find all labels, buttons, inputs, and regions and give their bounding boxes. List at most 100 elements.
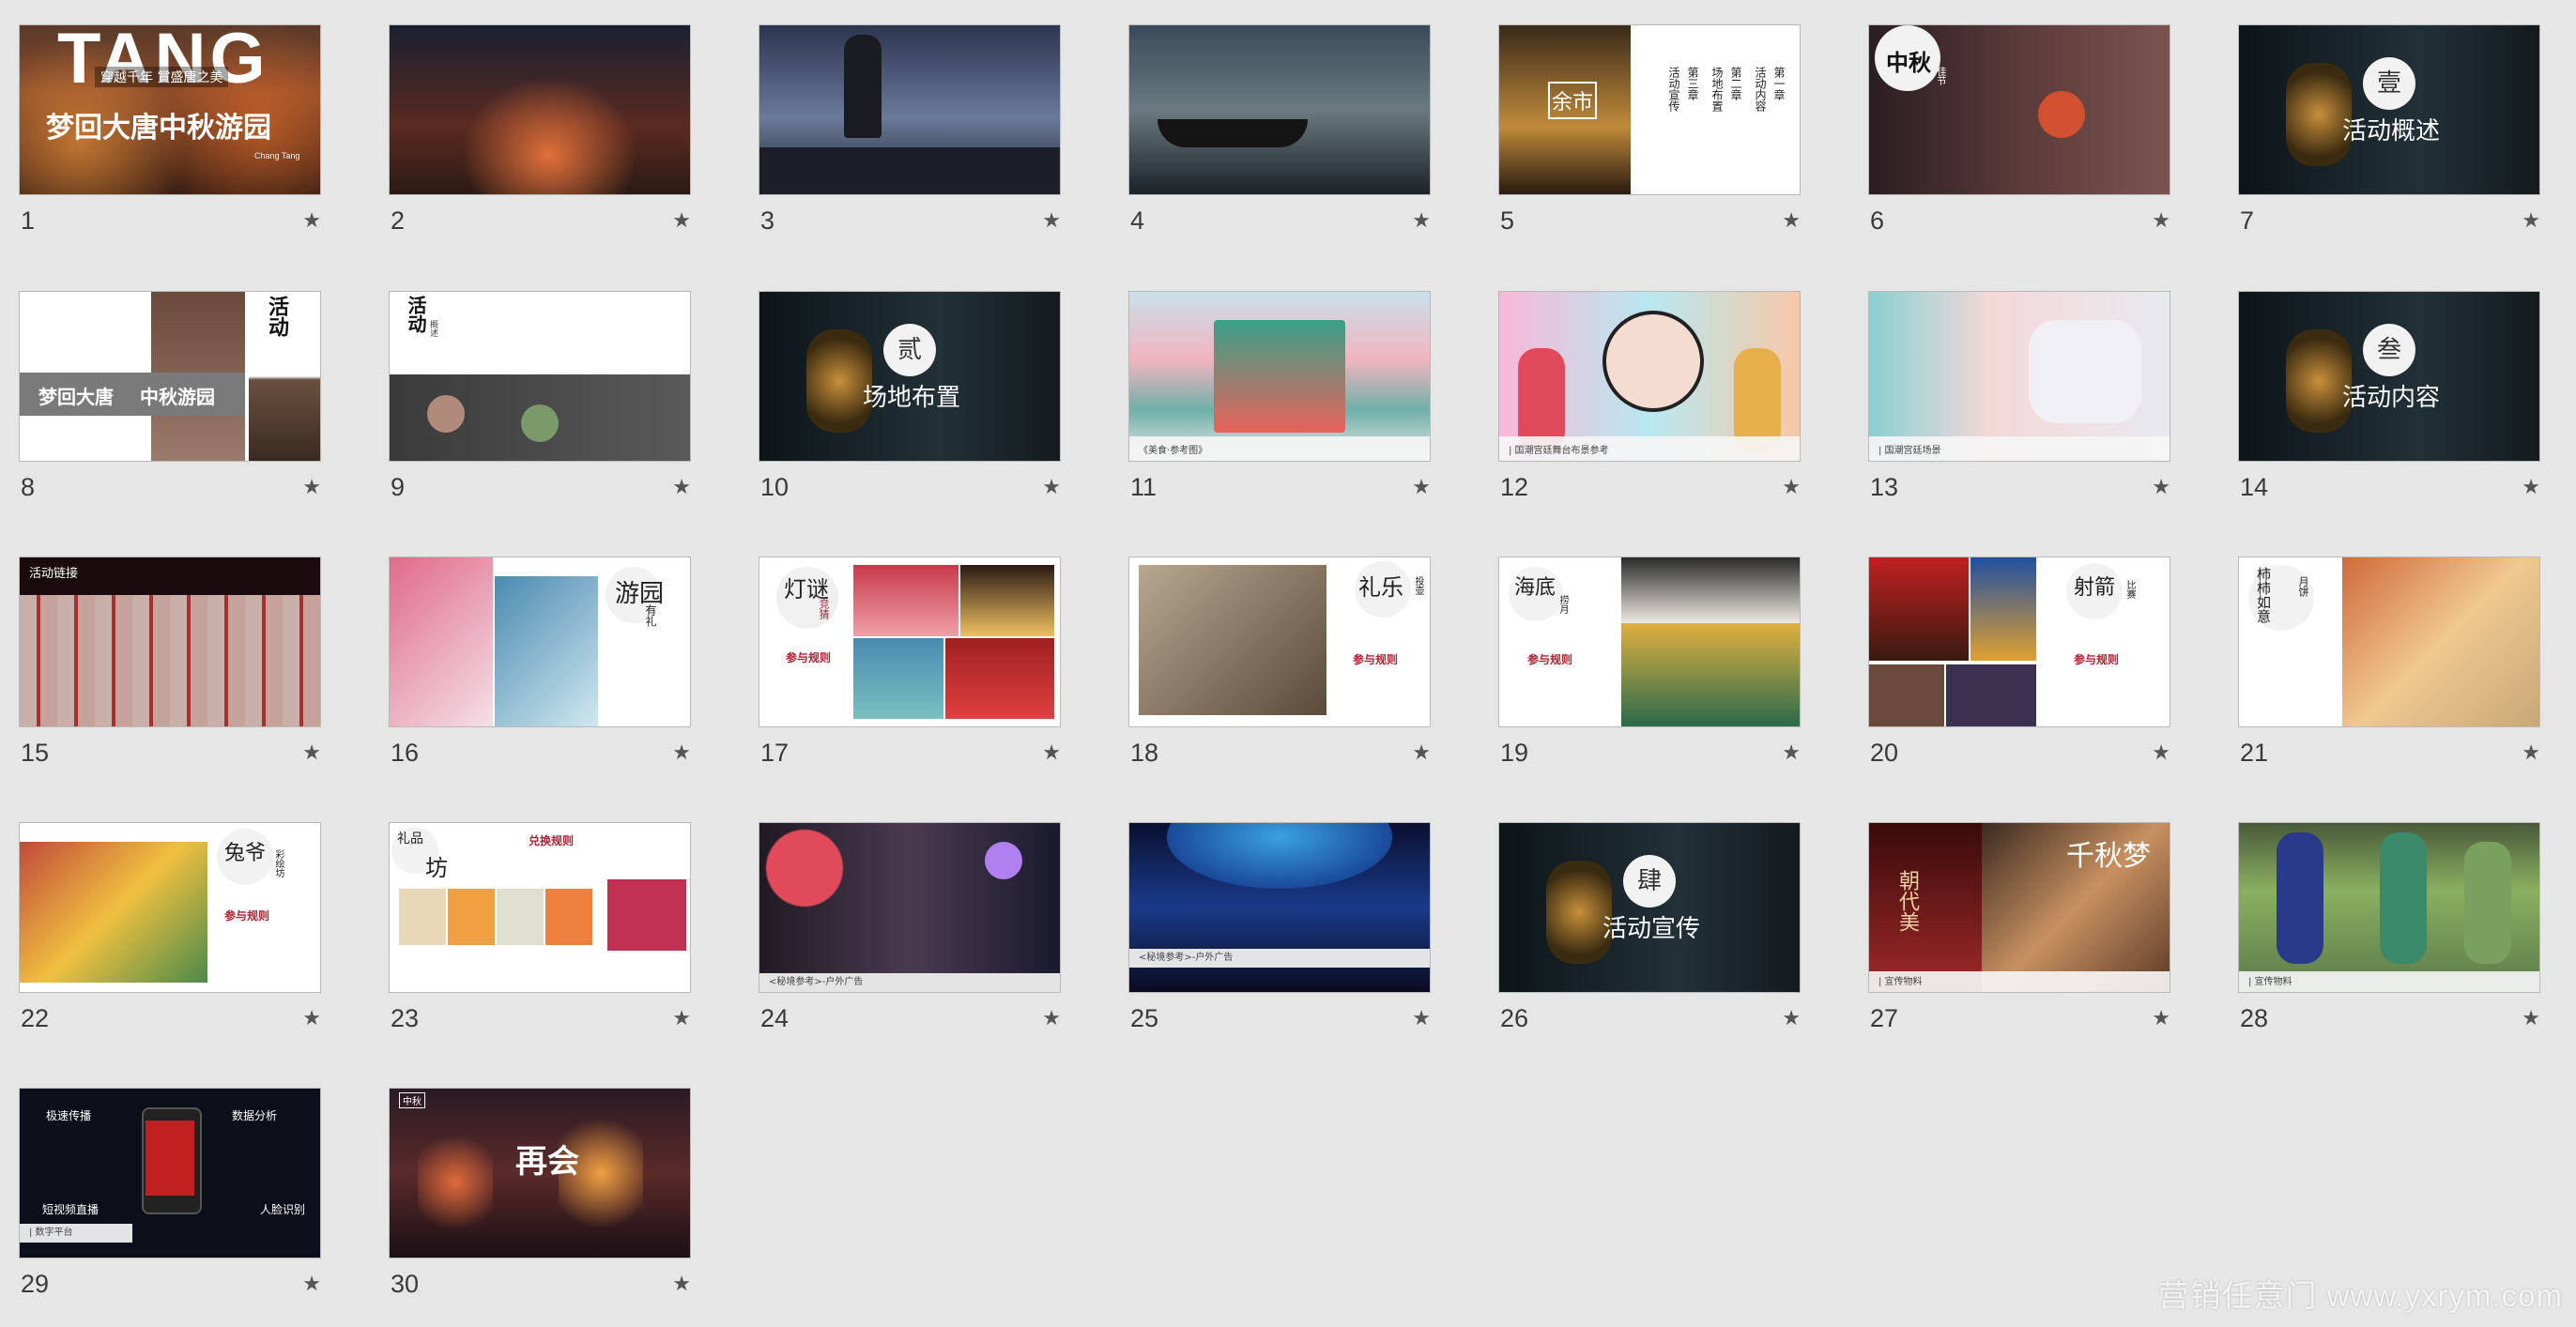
slide-17[interactable]: 灯谜 竞猜 参与规则 17 ★ xyxy=(759,557,1061,769)
star-icon[interactable]: ★ xyxy=(672,741,691,765)
star-icon[interactable]: ★ xyxy=(2522,476,2540,499)
star-icon[interactable]: ★ xyxy=(302,1007,321,1030)
slide-26[interactable]: 肆活动宣传 26 ★ xyxy=(1498,822,1801,1034)
star-icon[interactable]: ★ xyxy=(1782,476,1801,499)
star-icon[interactable]: ★ xyxy=(672,1273,691,1296)
star-icon[interactable]: ★ xyxy=(1412,741,1431,765)
star-icon[interactable]: ★ xyxy=(2522,1007,2540,1030)
slide-thumbnail[interactable]: 余市 第一章 活动内容 第二章 场地布置 第三章 活动宣传 xyxy=(1498,24,1801,195)
slide-number: 29 xyxy=(21,1270,50,1298)
star-icon[interactable]: ★ xyxy=(1042,476,1061,499)
star-icon[interactable]: ★ xyxy=(302,209,321,233)
slide-number: 23 xyxy=(391,1004,420,1032)
star-icon[interactable]: ★ xyxy=(1042,1007,1061,1030)
star-icon[interactable]: ★ xyxy=(302,1273,321,1296)
slide-number: 16 xyxy=(391,739,420,767)
slide-thumbnail[interactable]: <秘境参考>-户外广告 xyxy=(759,822,1061,993)
slide-caption: 梦回大唐 xyxy=(38,386,114,408)
star-icon[interactable]: ★ xyxy=(2152,1007,2170,1030)
star-icon[interactable]: ★ xyxy=(1412,209,1431,233)
slide-thumbnail[interactable]: 礼乐 投壶 参与规则 xyxy=(1128,557,1431,727)
slide-thumbnail[interactable]: | 国潮宫廷场景 xyxy=(1868,291,2170,462)
slide-number: 9 xyxy=(391,473,406,501)
star-icon[interactable]: ★ xyxy=(672,209,691,233)
slide-thumbnail[interactable]: 壹活动概述 xyxy=(2238,24,2540,195)
slide-side-label: 捞月 xyxy=(1557,595,1568,614)
slide-thumbnail[interactable]: 贰场地布置 xyxy=(759,291,1061,462)
slide-thumbnail[interactable]: 肆活动宣传 xyxy=(1498,822,1801,993)
star-icon[interactable]: ★ xyxy=(1042,209,1061,233)
slide-3[interactable]: 3 ★ xyxy=(759,24,1061,236)
star-icon[interactable]: ★ xyxy=(2522,741,2540,765)
slide-thumbnail[interactable]: 兔爷 彩绘坊 参与规则 xyxy=(19,822,321,993)
slide-thumbnail[interactable]: 极速传播 数据分析 短视频直播 人脸识别 | 数字平台 xyxy=(19,1088,321,1258)
star-icon[interactable]: ★ xyxy=(2152,209,2170,233)
slide-heading: 海底 xyxy=(1514,576,1556,600)
star-icon[interactable]: ★ xyxy=(672,1007,691,1030)
slide-thumbnail[interactable]: 活动 概述 xyxy=(389,291,691,462)
slide-thumbnail[interactable]: 活动链接 xyxy=(19,557,321,727)
slide-12[interactable]: | 国潮宫廷舞台布景参考 12 ★ xyxy=(1498,291,1801,503)
slide-4[interactable]: 4 ★ xyxy=(1128,24,1431,236)
slide-thumbnail[interactable]: <秘境参考>-户外广告 xyxy=(1128,822,1431,993)
star-icon[interactable]: ★ xyxy=(2152,741,2170,765)
slide-30[interactable]: 再会 中秋 30 ★ xyxy=(389,1088,691,1300)
slide-thumbnail[interactable]: 灯谜 竞猜 参与规则 xyxy=(759,557,1061,727)
slide-thumbnail[interactable]: 梦回大唐中秋游园活动 xyxy=(19,291,321,462)
star-icon[interactable]: ★ xyxy=(1412,1007,1431,1030)
slide-1[interactable]: TANG 穿越千年 賞盛唐之美 梦回大唐中秋游园 Chang Tang 1 ★ xyxy=(19,24,321,236)
slide-16[interactable]: 游园 有礼 16 ★ xyxy=(389,557,691,769)
slide-23[interactable]: 礼品坊 兑换规则 23 ★ xyxy=(389,822,691,1034)
slide-side-label: 彩绘坊 xyxy=(273,849,284,877)
slide-19[interactable]: 海底 捞月 参与规则 19 ★ xyxy=(1498,557,1801,769)
slide-2[interactable]: 2 ★ xyxy=(389,24,691,236)
slide-thumbnail[interactable]: 海底 捞月 参与规则 xyxy=(1498,557,1801,727)
star-icon[interactable]: ★ xyxy=(1782,209,1801,233)
slide-13[interactable]: | 国潮宫廷场景 13 ★ xyxy=(1868,291,2170,503)
slide-7[interactable]: 壹活动概述 7 ★ xyxy=(2238,24,2540,236)
slide-6[interactable]: 中秋 佳节 6 ★ xyxy=(1868,24,2170,236)
star-icon[interactable]: ★ xyxy=(672,476,691,499)
slide-29[interactable]: 极速传播 数据分析 短视频直播 人脸识别 | 数字平台 29 ★ xyxy=(19,1088,321,1300)
star-icon[interactable]: ★ xyxy=(2152,476,2170,499)
slide-5[interactable]: 余市 第一章 活动内容 第二章 场地布置 第三章 活动宣传 5 ★ xyxy=(1498,24,1801,236)
slide-side-label: 竞猜 xyxy=(818,599,830,619)
slide-25[interactable]: <秘境参考>-户外广告 25 ★ xyxy=(1128,822,1431,1034)
slide-thumbnail[interactable]: | 国潮宫廷舞台布景参考 xyxy=(1498,291,1801,462)
star-icon[interactable]: ★ xyxy=(1782,1007,1801,1030)
slide-thumbnail[interactable]: 再会 中秋 xyxy=(389,1088,691,1258)
slide-14[interactable]: 叁活动内容 14 ★ xyxy=(2238,291,2540,503)
slide-thumbnail[interactable]: | 宣传物料 xyxy=(2238,822,2540,993)
slide-photo xyxy=(1869,664,1944,726)
slide-thumbnail[interactable]: 礼品坊 兑换规则 xyxy=(389,822,691,993)
slide-thumbnail[interactable]: 朝代美 千秋梦 | 宣传物料 xyxy=(1868,822,2170,993)
star-icon[interactable]: ★ xyxy=(2522,209,2540,233)
slide-11[interactable]: 《美食·参考图》 11 ★ xyxy=(1128,291,1431,503)
slide-8[interactable]: 梦回大唐中秋游园活动8★ xyxy=(19,291,321,503)
star-icon[interactable]: ★ xyxy=(1412,476,1431,499)
slide-27[interactable]: 朝代美 千秋梦 | 宣传物料 27 ★ xyxy=(1868,822,2170,1034)
slide-thumbnail[interactable]: 射箭 比赛 参与规则 xyxy=(1868,557,2170,727)
slide-10[interactable]: 贰场地布置 10 ★ xyxy=(759,291,1061,503)
slide-18[interactable]: 礼乐 投壶 参与规则 18 ★ xyxy=(1128,557,1431,769)
slide-24[interactable]: <秘境参考>-户外广告 24 ★ xyxy=(759,822,1061,1034)
slide-thumbnail[interactable]: 柿柿如意 月饼 xyxy=(2238,557,2540,727)
star-icon[interactable]: ★ xyxy=(1782,741,1801,765)
slide-9[interactable]: 活动 概述 9 ★ xyxy=(389,291,691,503)
slide-thumbnail[interactable]: 中秋 佳节 xyxy=(1868,24,2170,195)
slide-20[interactable]: 射箭 比赛 参与规则 20 ★ xyxy=(1868,557,2170,769)
slide-thumbnail[interactable] xyxy=(1128,24,1431,195)
slide-21[interactable]: 柿柿如意 月饼 21 ★ xyxy=(2238,557,2540,769)
slide-thumbnail[interactable]: 叁活动内容 xyxy=(2238,291,2540,462)
slide-15[interactable]: 活动链接 15 ★ xyxy=(19,557,321,769)
slide-thumbnail[interactable]: 游园 有礼 xyxy=(389,557,691,727)
slide-thumbnail[interactable]: 《美食·参考图》 xyxy=(1128,291,1431,462)
slide-thumbnail[interactable]: TANG 穿越千年 賞盛唐之美 梦回大唐中秋游园 Chang Tang xyxy=(19,24,321,195)
slide-thumbnail[interactable] xyxy=(389,24,691,195)
slide-22[interactable]: 兔爷 彩绘坊 参与规则 22 ★ xyxy=(19,822,321,1034)
slide-28[interactable]: | 宣传物料 28 ★ xyxy=(2238,822,2540,1034)
star-icon[interactable]: ★ xyxy=(302,741,321,765)
star-icon[interactable]: ★ xyxy=(1042,741,1061,765)
slide-thumbnail[interactable] xyxy=(759,24,1061,195)
star-icon[interactable]: ★ xyxy=(302,476,321,499)
